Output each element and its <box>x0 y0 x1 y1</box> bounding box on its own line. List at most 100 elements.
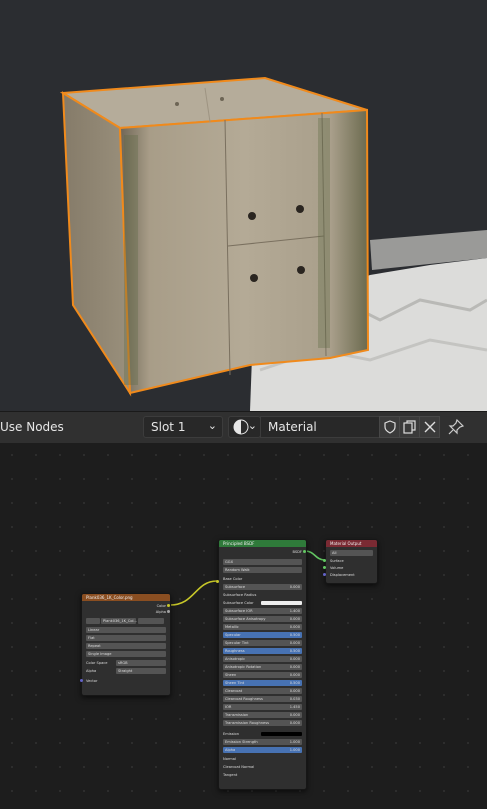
bsdf-field-value: 0.500 <box>289 649 300 653</box>
vector-input-label: Vector <box>86 679 98 683</box>
slot-dropdown[interactable]: Slot 1 ⌄ <box>143 416 223 438</box>
bsdf-field[interactable]: Clearcoat 0.000 <box>223 688 302 694</box>
chevron-down-icon: ⌄ <box>247 419 257 432</box>
emission-strength-field[interactable]: Emission Strength 1.000 <box>223 739 302 745</box>
color-space-label: Color Space <box>86 661 108 665</box>
clearcoat-normal-input-label: Clearcoat Normal <box>223 765 255 769</box>
bsdf-field[interactable]: Subsurface IOR 1.400 <box>223 608 302 614</box>
bsdf-field[interactable]: Sheen 0.000 <box>223 672 302 678</box>
bsdf-field[interactable]: Roughness 0.500 <box>223 648 302 654</box>
bsdf-field[interactable]: Subsurface Anisotropy 0.000 <box>223 616 302 622</box>
material-output-node[interactable]: Material Output All Surface Volume Displ… <box>325 539 378 584</box>
bsdf-field-label: Sheen Tint <box>225 681 245 685</box>
slot-value: Slot 1 <box>151 420 186 434</box>
color-space-row: Color Space sRGB <box>86 660 166 666</box>
cube-front <box>118 108 370 395</box>
alpha-mode-dropdown[interactable]: Straight <box>116 668 166 674</box>
projection-dropdown[interactable]: Flat <box>86 635 166 641</box>
image-icon <box>86 618 100 624</box>
bsdf-field-label: Clearcoat <box>225 689 243 693</box>
use-nodes-toggle[interactable]: Use Nodes <box>0 420 64 434</box>
bsdf-field-label: Metallic <box>225 625 239 629</box>
principled-bsdf-node[interactable]: Principled BSDF BSDF GGX Random Walk Bas… <box>218 539 307 790</box>
displacement-input-socket[interactable] <box>323 573 326 576</box>
image-texture-node[interactable]: Plank036_1K_Color.png Color Alpha Plank0… <box>81 593 171 696</box>
bsdf-field-value: 0.500 <box>289 681 300 685</box>
image-name-field[interactable]: Plank036_1K_Col... <box>101 618 137 624</box>
volume-input-socket[interactable] <box>323 566 326 569</box>
alpha-output-label: Alpha <box>155 610 166 614</box>
bsdf-field-value: 0.000 <box>289 617 300 621</box>
tangent-input-label: Tangent <box>223 773 238 777</box>
pin-button[interactable] <box>446 417 466 437</box>
chevron-down-icon: ⌄ <box>207 419 217 432</box>
bsdf-field[interactable]: Anisotropic Rotation 0.000 <box>223 664 302 670</box>
material-name-field[interactable]: Material <box>260 416 380 438</box>
bsdf-field[interactable]: Metallic 0.000 <box>223 624 302 630</box>
duplicate-icon <box>403 420 416 434</box>
subsurface-color-swatch[interactable] <box>261 601 302 605</box>
bsdf-field[interactable]: Specular Tint 0.000 <box>223 640 302 646</box>
fake-user-button[interactable] <box>379 416 400 438</box>
bsdf-field[interactable]: Transmission 0.000 <box>223 712 302 718</box>
image-selector[interactable]: Plank036_1K_Col... <box>86 618 166 624</box>
output-node-title: Material Output <box>326 540 377 547</box>
image-buttons[interactable] <box>138 618 164 624</box>
bsdf-field-value: 0.000 <box>289 665 300 669</box>
source-dropdown[interactable]: Single Image <box>86 651 166 657</box>
bsdf-field[interactable]: Clearcoat Roughness 0.030 <box>223 696 302 702</box>
node-editor-header: Use Nodes Slot 1 ⌄ ⌄ Material <box>0 411 487 444</box>
bsdf-output-label: BSDF <box>292 550 302 554</box>
subsurface-radius-row[interactable]: Subsurface Radius <box>223 592 302 598</box>
bsdf-field-value: 1.450 <box>289 705 300 709</box>
bsdf-field[interactable]: Anisotropic 0.000 <box>223 656 302 662</box>
material-browse-button[interactable]: ⌄ <box>228 416 261 438</box>
pin-icon <box>448 419 464 435</box>
3d-viewport[interactable] <box>0 0 487 411</box>
subsurface-field[interactable]: Subsurface 0.000 <box>223 584 302 590</box>
bsdf-field-value: 0.000 <box>289 625 300 629</box>
viewport-scene <box>0 0 487 411</box>
target-dropdown[interactable]: All <box>330 550 373 556</box>
material-sphere-icon <box>233 419 249 435</box>
interpolation-dropdown[interactable]: Linear <box>86 627 166 633</box>
emission-row[interactable]: Emission <box>223 731 302 737</box>
surface-input-socket[interactable] <box>323 559 326 562</box>
bsdf-field-value: 0.000 <box>289 657 300 661</box>
color-space-dropdown[interactable]: sRGB <box>116 660 166 666</box>
unlink-material-button[interactable] <box>419 416 440 438</box>
material-name: Material <box>268 420 317 434</box>
bsdf-field-value: 0.500 <box>289 633 300 637</box>
extension-dropdown[interactable]: Repeat <box>86 643 166 649</box>
bsdf-field-label: Sheen <box>225 673 237 677</box>
bsdf-output-socket[interactable] <box>303 550 306 553</box>
bsdf-field-value: 1.400 <box>289 609 300 613</box>
alpha-mode-row: Alpha Straight <box>86 668 166 674</box>
bsdf-field[interactable]: Specular 0.500 <box>223 632 302 638</box>
color-output-socket[interactable] <box>167 604 170 607</box>
subsurface-method-dropdown[interactable]: Random Walk <box>223 567 302 573</box>
bsdf-field[interactable]: IOR 1.450 <box>223 704 302 710</box>
bsdf-field-value: 0.000 <box>289 721 300 725</box>
subsurface-color-row[interactable]: Subsurface Color <box>223 600 302 606</box>
bsdf-field[interactable]: Sheen Tint 0.500 <box>223 680 302 686</box>
distribution-dropdown[interactable]: GGX <box>223 559 302 565</box>
bsdf-node-title: Principled BSDF <box>219 540 306 547</box>
emission-color-swatch[interactable] <box>261 732 302 736</box>
bsdf-field-value: 0.000 <box>289 713 300 717</box>
alpha-output-socket[interactable] <box>167 610 170 613</box>
link-color-basecolor <box>169 580 218 606</box>
base-color-socket[interactable] <box>216 580 219 583</box>
bsdf-field-label: Transmission Roughness <box>225 721 269 725</box>
close-icon <box>424 421 436 433</box>
vector-input-socket[interactable] <box>80 679 83 682</box>
bsdf-field[interactable]: Transmission Roughness 0.000 <box>223 720 302 726</box>
duplicate-material-button[interactable] <box>399 416 420 438</box>
surface-input-label: Surface <box>330 559 344 563</box>
bsdf-field-value: 0.030 <box>289 697 300 701</box>
alpha-field[interactable]: Alpha 1.000 <box>223 747 302 753</box>
bsdf-field-label: Anisotropic <box>225 657 246 661</box>
base-color-label: Base Color <box>223 577 243 581</box>
bsdf-field-label: IOR <box>225 705 232 709</box>
node-editor-canvas[interactable]: Plank036_1K_Color.png Color Alpha Plank0… <box>0 443 487 809</box>
